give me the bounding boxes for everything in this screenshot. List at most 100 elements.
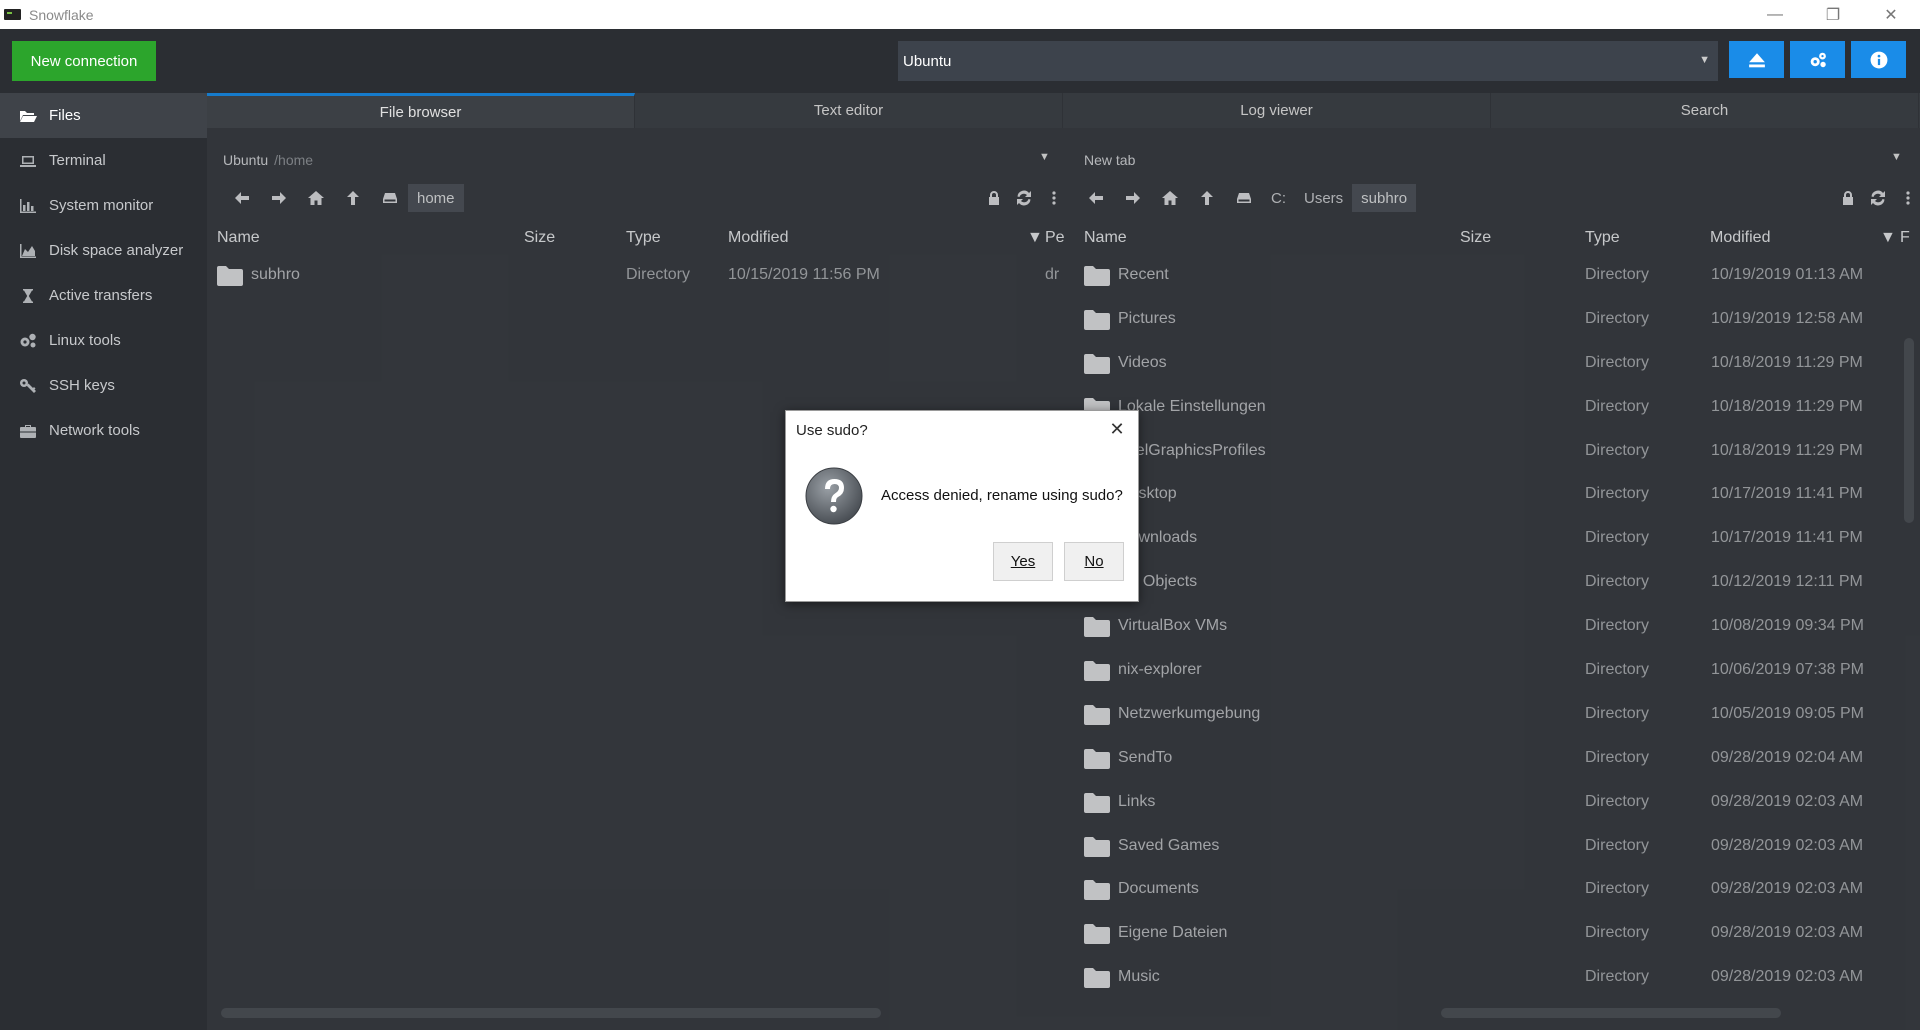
sidebar-item-label: Files — [49, 107, 81, 124]
folder-icon — [1084, 924, 1110, 945]
close-window-button[interactable]: ✕ — [1862, 0, 1920, 29]
back-arrow-icon[interactable] — [1077, 184, 1114, 212]
yes-button[interactable]: Yes — [993, 542, 1053, 581]
breadcrumb-home[interactable]: home — [408, 184, 464, 212]
table-row[interactable]: 3D Objects Directory 10/12/2019 12:11 PM — [1084, 561, 1920, 605]
file-modified: 10/18/2019 11:29 PM — [1711, 441, 1863, 459]
column-type[interactable]: Type — [1585, 229, 1620, 247]
tab-search[interactable]: Search — [1491, 93, 1919, 128]
sidebar-item-active-transfers[interactable]: Active transfers — [0, 273, 207, 318]
table-row[interactable]: Downloads Directory 10/17/2019 11:41 PM — [1084, 517, 1920, 561]
breadcrumb-users[interactable]: Users — [1295, 184, 1352, 212]
drive-icon[interactable] — [1225, 184, 1262, 212]
dialog-message: Access denied, rename using sudo? — [881, 487, 1123, 504]
session-select[interactable]: Ubuntu ▼ — [898, 41, 1718, 81]
right-nav-toolbar: C: Users subhro — [1077, 183, 1417, 213]
file-name: VirtualBox VMs — [1118, 617, 1228, 635]
refresh-icon[interactable] — [1009, 184, 1039, 212]
settings-button[interactable] — [1790, 41, 1845, 78]
home-icon[interactable] — [297, 184, 334, 212]
sidebar-item-system-monitor[interactable]: System monitor — [0, 183, 207, 228]
sidebar-item-label: Linux tools — [49, 332, 121, 349]
column-permission[interactable]: F — [1900, 229, 1910, 247]
tab-log-viewer[interactable]: Log viewer — [1063, 93, 1491, 128]
column-name[interactable]: Name — [1084, 229, 1127, 247]
info-button[interactable] — [1851, 41, 1906, 78]
caret-down-icon[interactable]: ▼ — [1039, 151, 1050, 163]
column-size[interactable]: Size — [1460, 229, 1491, 247]
file-type: Directory — [1585, 661, 1650, 679]
file-name: Videos — [1118, 353, 1167, 371]
address-path: /home — [274, 152, 314, 168]
up-arrow-icon[interactable] — [334, 184, 371, 212]
sidebar-item-ssh-keys[interactable]: SSH keys — [0, 363, 207, 408]
file-type: Directory — [626, 266, 691, 283]
drive-icon[interactable] — [371, 184, 408, 212]
table-row[interactable]: VirtualBox VMs Directory 10/08/2019 09:34 … — [1084, 605, 1920, 649]
file-modified: 10/08/2019 09:34 PM — [1711, 617, 1865, 635]
maximize-button[interactable]: ❐ — [1804, 0, 1862, 29]
file-type: Directory — [1585, 836, 1650, 854]
file-name: IntelGraphicsProfiles — [1118, 441, 1266, 459]
breadcrumb-subhro[interactable]: subhro — [1352, 184, 1417, 212]
table-row[interactable]: Lokale Einstellungen Directory 10/18/2019 … — [1084, 386, 1920, 430]
sidebar-item-terminal[interactable]: Terminal — [0, 138, 207, 183]
table-row[interactable]: IntelGraphicsProfiles Directory 10/18/2019… — [1084, 430, 1920, 474]
file-type: Directory — [1585, 617, 1650, 635]
forward-arrow-icon[interactable] — [1114, 184, 1151, 212]
table-row[interactable]: Desktop Directory 10/17/2019 11:41 PM — [1084, 473, 1920, 517]
column-name[interactable]: Name — [217, 229, 260, 247]
refresh-icon[interactable] — [1863, 184, 1893, 212]
minimize-button[interactable]: — — [1746, 0, 1804, 29]
folder-icon — [1084, 266, 1110, 286]
file-name: Pictures — [1118, 309, 1176, 327]
table-row[interactable]: Documents Directory 09/28/2019 02:03 AM — [1084, 868, 1920, 912]
home-icon[interactable] — [1151, 184, 1188, 212]
table-row[interactable]: Recent Directory 10/19/2019 01:13 AM — [1084, 254, 1920, 298]
left-horizontal-scrollbar[interactable] — [221, 1008, 881, 1018]
right-vertical-scrollbar[interactable] — [1904, 338, 1914, 523]
column-modified[interactable]: Modified — [1710, 229, 1770, 247]
lock-icon[interactable] — [1833, 184, 1863, 212]
breadcrumb-drive[interactable]: C: — [1262, 184, 1295, 212]
table-row[interactable]: Netzwerkumgebung Directory 10/05/2019 09:0… — [1084, 693, 1920, 737]
sidebar-item-linux-tools[interactable]: Linux tools — [0, 318, 207, 363]
caret-down-icon[interactable]: ▼ — [1891, 151, 1902, 163]
tab-text-editor[interactable]: Text editor — [635, 93, 1063, 128]
table-row[interactable]: Saved Games Directory 09/28/2019 02:03 AM — [1084, 825, 1920, 869]
forward-arrow-icon[interactable] — [260, 184, 297, 212]
table-row[interactable]: nix-explorer Directory 10/06/2019 07:38 PM — [1084, 649, 1920, 693]
sidebar-item-disk-space-analyzer[interactable]: Disk space analyzer — [0, 228, 207, 273]
table-row[interactable]: subhro Directory 10/15/2019 11:56 PM dr — [217, 254, 1059, 298]
left-address-bar[interactable]: Ubuntu /home — [223, 148, 313, 172]
column-type[interactable]: Type — [626, 229, 661, 247]
column-size[interactable]: Size — [524, 229, 555, 247]
right-pane-actions — [1833, 183, 1920, 213]
no-button[interactable]: No — [1064, 542, 1124, 581]
file-name: Netzwerkumgebung — [1118, 704, 1261, 722]
caret-down-icon: ▼ — [1699, 54, 1710, 66]
right-address-bar[interactable]: New tab — [1084, 148, 1135, 172]
file-modified: 09/28/2019 02:03 AM — [1711, 880, 1864, 898]
back-arrow-icon[interactable] — [223, 184, 260, 212]
window-controls: — ❐ ✕ — [1746, 0, 1920, 29]
tab-file-browser[interactable]: File browser — [207, 93, 635, 128]
disconnect-button[interactable] — [1729, 41, 1784, 78]
table-row[interactable]: SendTo Directory 09/28/2019 02:04 AM — [1084, 737, 1920, 781]
file-type: Directory — [1585, 704, 1650, 722]
table-row[interactable]: Links Directory 09/28/2019 02:03 AM — [1084, 781, 1920, 825]
folder-icon — [1084, 880, 1110, 901]
new-connection-button[interactable]: New connection — [12, 41, 156, 81]
table-row[interactable]: Music Directory 09/28/2019 02:03 AM — [1084, 956, 1920, 1000]
up-arrow-icon[interactable] — [1188, 184, 1225, 212]
sidebar-item-files[interactable]: Files — [0, 93, 207, 138]
close-icon[interactable]: ✕ — [1106, 418, 1128, 440]
column-modified[interactable]: Modified — [728, 229, 788, 247]
table-row[interactable]: Videos Directory 10/18/2019 11:29 PM — [1084, 342, 1920, 386]
lock-icon[interactable] — [979, 184, 1009, 212]
table-row[interactable]: Eigene Dateien Directory 09/28/2019 02:03 … — [1084, 912, 1920, 956]
table-row[interactable]: Pictures Directory 10/19/2019 12:58 AM — [1084, 298, 1920, 342]
more-menu-icon[interactable] — [1893, 184, 1920, 212]
right-horizontal-scrollbar[interactable] — [1441, 1008, 1781, 1018]
sidebar-item-network-tools[interactable]: Network tools — [0, 408, 207, 453]
